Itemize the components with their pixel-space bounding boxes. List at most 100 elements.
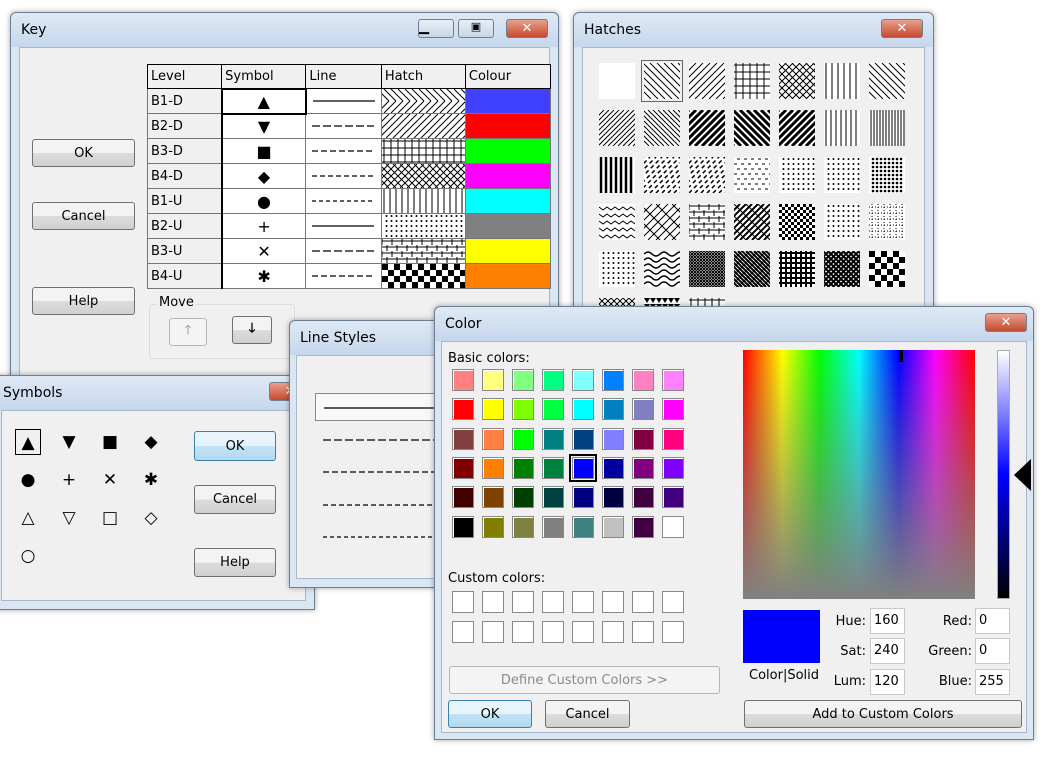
basic-color-swatch[interactable]	[452, 486, 474, 509]
basic-color-swatch[interactable]	[482, 427, 504, 450]
custom-color-swatch[interactable]	[572, 620, 594, 643]
custom-color-swatch[interactable]	[602, 591, 624, 613]
hatch-cell[interactable]	[380, 238, 466, 264]
hatch-swatch[interactable]	[734, 204, 770, 240]
luminosity-arrow-icon[interactable]	[1014, 459, 1031, 491]
ok-button[interactable]: OK	[448, 700, 532, 728]
symbol-option[interactable]: ◆	[138, 429, 164, 455]
move-up-button[interactable]: 🡑	[169, 318, 207, 346]
hue-input[interactable]: 160	[870, 608, 905, 634]
symbol-option[interactable]: ✱	[138, 467, 164, 493]
symbol-option[interactable]: ✕	[97, 467, 123, 493]
custom-color-swatch[interactable]	[512, 591, 534, 613]
hatch-cell[interactable]	[380, 263, 466, 289]
basic-color-swatch[interactable]	[572, 369, 594, 391]
custom-color-swatch[interactable]	[632, 591, 654, 613]
basic-color-swatch[interactable]	[542, 456, 564, 479]
line-cell[interactable]	[305, 113, 382, 139]
symbol-option[interactable]: ○	[15, 543, 41, 569]
ok-button[interactable]: OK	[32, 139, 135, 167]
red-input[interactable]: 0	[975, 608, 1010, 634]
basic-color-swatch[interactable]	[542, 486, 564, 509]
symbol-option[interactable]: ●	[15, 467, 41, 493]
hatch-swatch[interactable]	[644, 110, 680, 146]
hatch-swatch[interactable]	[599, 204, 635, 240]
hatch-swatch[interactable]	[869, 63, 905, 99]
custom-color-swatch[interactable]	[662, 620, 684, 643]
line-cell[interactable]	[305, 138, 382, 164]
luminosity-bar[interactable]	[997, 350, 1010, 599]
basic-color-swatch[interactable]	[482, 369, 504, 391]
basic-color-swatch[interactable]	[512, 456, 534, 479]
basic-color-swatch[interactable]	[452, 456, 474, 479]
symbol-cell[interactable]: ▼	[221, 113, 307, 139]
basic-color-swatch[interactable]	[662, 456, 684, 479]
colour-cell[interactable]	[464, 238, 552, 264]
basic-color-swatch[interactable]	[569, 453, 597, 482]
basic-color-swatch[interactable]	[602, 486, 624, 509]
symbol-option[interactable]: ◇	[138, 505, 164, 531]
green-input[interactable]: 0	[975, 638, 1010, 664]
basic-color-swatch[interactable]	[662, 486, 684, 509]
symbol-cell[interactable]: ◆	[221, 163, 307, 189]
line-cell[interactable]	[305, 188, 382, 214]
hatch-swatch[interactable]	[869, 110, 905, 146]
symbol-cell[interactable]: ✕	[221, 238, 307, 264]
hatch-swatch[interactable]	[689, 110, 725, 146]
basic-color-swatch[interactable]	[602, 398, 624, 421]
custom-color-swatch[interactable]	[512, 620, 534, 643]
symbol-option[interactable]: ▲	[15, 429, 41, 455]
symbol-option[interactable]: ■	[97, 429, 123, 455]
color-spectrum[interactable]	[743, 350, 975, 599]
close-button[interactable]: ✕	[881, 19, 923, 38]
basic-color-swatch[interactable]	[452, 515, 474, 538]
hatch-cell[interactable]	[380, 88, 466, 114]
column-header[interactable]: Hatch	[380, 64, 466, 89]
line-cell[interactable]	[305, 263, 382, 289]
custom-color-swatch[interactable]	[662, 591, 684, 613]
custom-color-swatch[interactable]	[542, 591, 564, 613]
level-cell[interactable]: B2-U	[146, 213, 223, 239]
level-cell[interactable]: B3-U	[146, 238, 223, 264]
hatch-swatch[interactable]	[689, 204, 725, 240]
basic-color-swatch[interactable]	[452, 427, 474, 450]
basic-color-swatch[interactable]	[512, 427, 534, 450]
basic-color-swatch[interactable]	[632, 369, 654, 391]
blue-input[interactable]: 255	[975, 669, 1010, 695]
basic-color-swatch[interactable]	[542, 515, 564, 538]
cancel-button[interactable]: Cancel	[545, 700, 630, 728]
custom-color-swatch[interactable]	[452, 591, 474, 613]
basic-color-swatch[interactable]	[482, 456, 504, 479]
line-cell[interactable]	[305, 163, 382, 189]
basic-color-swatch[interactable]	[512, 369, 534, 391]
basic-color-swatch[interactable]	[662, 398, 684, 421]
lum-input[interactable]: 120	[870, 669, 905, 695]
level-cell[interactable]: B1-U	[146, 188, 223, 214]
symbol-cell[interactable]: ●	[221, 188, 307, 214]
hatch-cell[interactable]	[380, 188, 466, 214]
hatch-cell[interactable]	[380, 138, 466, 164]
level-cell[interactable]: B3-D	[146, 138, 223, 164]
level-cell[interactable]: B4-D	[146, 163, 223, 189]
symbol-option[interactable]: □	[97, 505, 123, 531]
custom-color-swatch[interactable]	[602, 620, 624, 643]
colour-cell[interactable]	[464, 88, 552, 114]
close-button[interactable]: ✕	[985, 313, 1027, 332]
hatch-cell[interactable]	[380, 213, 466, 239]
custom-color-swatch[interactable]	[572, 591, 594, 613]
colour-cell[interactable]	[464, 213, 552, 239]
column-header[interactable]: Symbol	[221, 64, 307, 89]
symbol-option[interactable]: ▼	[56, 429, 82, 455]
hatch-swatch[interactable]	[824, 63, 860, 99]
move-down-button[interactable]: 🡓	[232, 316, 272, 344]
symbol-option[interactable]: △	[15, 505, 41, 531]
basic-color-swatch[interactable]	[542, 398, 564, 421]
hatch-swatch[interactable]	[689, 157, 725, 193]
help-button[interactable]: Help	[32, 287, 135, 315]
colour-cell[interactable]	[464, 188, 552, 214]
hatch-cell[interactable]	[380, 113, 466, 139]
ok-button[interactable]: OK	[194, 431, 276, 461]
hatch-swatch[interactable]	[779, 110, 815, 146]
colour-cell[interactable]	[464, 113, 552, 139]
hatch-swatch[interactable]	[869, 204, 905, 240]
